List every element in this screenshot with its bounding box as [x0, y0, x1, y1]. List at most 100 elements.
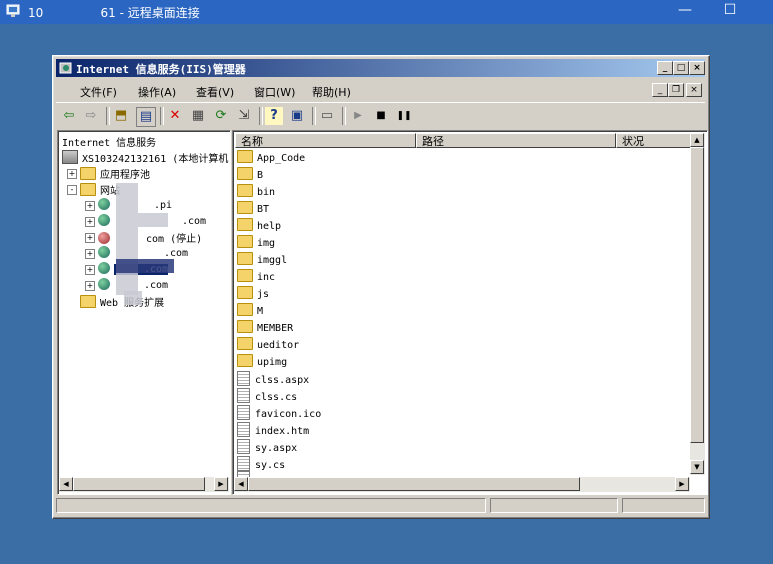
tree-sites[interactable]: 网站	[80, 182, 120, 197]
expand-site-3[interactable]: +	[85, 233, 95, 243]
menu-action[interactable]: 操作(A)	[138, 84, 176, 100]
tree-web-extensions[interactable]: Web 服务扩展	[80, 294, 164, 309]
redaction-blur	[124, 291, 142, 305]
minimize-button[interactable]: —	[675, 2, 695, 18]
forward-icon[interactable]: ⇨	[82, 107, 100, 125]
folder-row[interactable]: upimg	[237, 354, 287, 370]
tree-horizontal-scrollbar[interactable]: ◀ ▶	[59, 477, 229, 492]
window-minimize-button[interactable]: _	[657, 61, 673, 75]
menu-view[interactable]: 查看(V)	[196, 84, 234, 100]
tree-app-pools[interactable]: 应用程序池	[80, 166, 150, 181]
scroll-left-button[interactable]: ◀	[59, 477, 73, 491]
row-name: B	[257, 170, 264, 181]
folder-icon	[237, 252, 253, 265]
expand-site-6[interactable]: +	[85, 281, 95, 291]
folder-row[interactable]: BT	[237, 201, 269, 217]
redaction-blur	[116, 259, 174, 273]
folder-row[interactable]: M	[237, 303, 263, 319]
tree-root[interactable]: Internet 信息服务	[62, 134, 156, 149]
folder-row[interactable]: imggl	[237, 252, 287, 268]
tree-site-item[interactable]: .com	[98, 246, 188, 259]
column-header-status[interactable]: 状况	[616, 133, 691, 148]
folder-row[interactable]: js	[237, 286, 269, 302]
stop-icon[interactable]: ■	[372, 107, 390, 125]
row-name: img	[257, 238, 276, 249]
file-icon	[237, 405, 250, 420]
row-name: sy.aspx	[255, 443, 298, 454]
expand-app-pools[interactable]: +	[67, 169, 77, 179]
scroll-right-button[interactable]: ▶	[675, 477, 689, 491]
scroll-thumb[interactable]	[690, 147, 704, 443]
menu-file[interactable]: 文件(F)	[80, 84, 117, 100]
mdi-minimize-button[interactable]: _	[652, 83, 668, 97]
mdi-close-button[interactable]: ×	[686, 83, 702, 97]
folder-row[interactable]: App_Code	[237, 150, 305, 166]
file-row[interactable]: clss.aspx	[237, 371, 309, 387]
up-level-icon[interactable]: ⬒	[112, 107, 130, 125]
tree-pane[interactable]: Internet 信息服务 XS103242132161 (本地计算机 + 应用…	[57, 130, 231, 495]
show-tree-icon[interactable]: ▤	[136, 107, 156, 127]
list-horizontal-scrollbar[interactable]: ◀ ▶	[234, 477, 690, 492]
stopped-site-icon	[98, 232, 110, 244]
properties-icon[interactable]: ▦	[189, 107, 207, 125]
list-vertical-scrollbar[interactable]: ▲ ▼	[690, 133, 705, 475]
folder-row[interactable]: MEMBER	[237, 320, 293, 336]
file-row[interactable]: sy.cs	[237, 456, 285, 472]
folder-row[interactable]: img	[237, 235, 275, 251]
globe-icon	[98, 262, 110, 274]
row-name: inc	[257, 272, 276, 283]
folder-icon	[237, 303, 253, 316]
file-row[interactable]: favicon.ico	[237, 405, 321, 421]
pause-icon[interactable]: ❚❚	[395, 107, 413, 125]
folder-row[interactable]: help	[237, 218, 281, 234]
menu-help[interactable]: 帮助(H)	[312, 84, 351, 100]
window-titlebar[interactable]: Internet 信息服务(IIS)管理器 _ □ ×	[56, 59, 705, 77]
mdi-restore-button[interactable]: ❐	[668, 83, 684, 97]
scroll-thumb[interactable]	[248, 477, 580, 491]
window-close-button[interactable]: ×	[689, 61, 705, 75]
tree-server-label: XS103242132161 (本地计算机	[82, 154, 229, 165]
folder-row[interactable]: bin	[237, 184, 275, 200]
file-row[interactable]: index.htm	[237, 422, 309, 438]
back-icon[interactable]: ⇦	[60, 107, 78, 125]
tree-site-item[interactable]: com (停止)	[98, 230, 202, 245]
window-maximize-button[interactable]: □	[673, 61, 689, 75]
computer-icon[interactable]: ▭	[318, 107, 336, 125]
expand-site-1[interactable]: +	[85, 201, 95, 211]
file-row[interactable]: sy.aspx	[237, 439, 297, 455]
content-list-pane[interactable]: 名称 路径 状况 App_Code Bbin BT help img imggl inc js…	[232, 130, 708, 495]
restore-button[interactable]: ☐	[720, 2, 740, 18]
show-pane-icon[interactable]: ▣	[288, 107, 306, 125]
scroll-left-button[interactable]: ◀	[234, 477, 248, 491]
scroll-right-button[interactable]: ▶	[214, 477, 228, 491]
column-header-name[interactable]: 名称	[235, 133, 416, 148]
row-name: upimg	[257, 357, 288, 368]
row-name: M	[257, 306, 264, 317]
folder-icon	[237, 201, 253, 214]
row-name: sy.cs	[255, 460, 286, 471]
collapse-sites[interactable]: -	[67, 185, 77, 195]
folder-row[interactable]: inc	[237, 269, 275, 285]
help-icon[interactable]: ?	[265, 107, 283, 125]
menu-window[interactable]: 窗口(W)	[254, 84, 295, 100]
expand-site-2[interactable]: +	[85, 217, 95, 227]
row-name: ueditor	[257, 340, 300, 351]
folder-row[interactable]: ueditor	[237, 337, 299, 353]
start-icon[interactable]: ▶	[349, 107, 367, 125]
file-row[interactable]: clss.cs	[237, 388, 297, 404]
column-header-path[interactable]: 路径	[416, 133, 616, 148]
tree-server[interactable]: XS103242132161 (本地计算机	[62, 150, 228, 165]
folder-icon	[237, 167, 253, 180]
scroll-up-button[interactable]: ▲	[690, 133, 704, 147]
refresh-icon[interactable]: ⟳	[212, 107, 230, 125]
folder-row[interactable]: B	[237, 167, 263, 183]
row-name: help	[257, 221, 282, 232]
delete-icon[interactable]: ✕	[166, 107, 184, 125]
scroll-down-button[interactable]: ▼	[690, 460, 704, 474]
scroll-thumb[interactable]	[73, 477, 205, 491]
toolbar-separator	[342, 107, 346, 125]
expand-site-5[interactable]: +	[85, 265, 95, 275]
folder-icon	[237, 269, 253, 282]
export-list-icon[interactable]: ⇲	[235, 107, 253, 125]
expand-site-4[interactable]: +	[85, 249, 95, 259]
